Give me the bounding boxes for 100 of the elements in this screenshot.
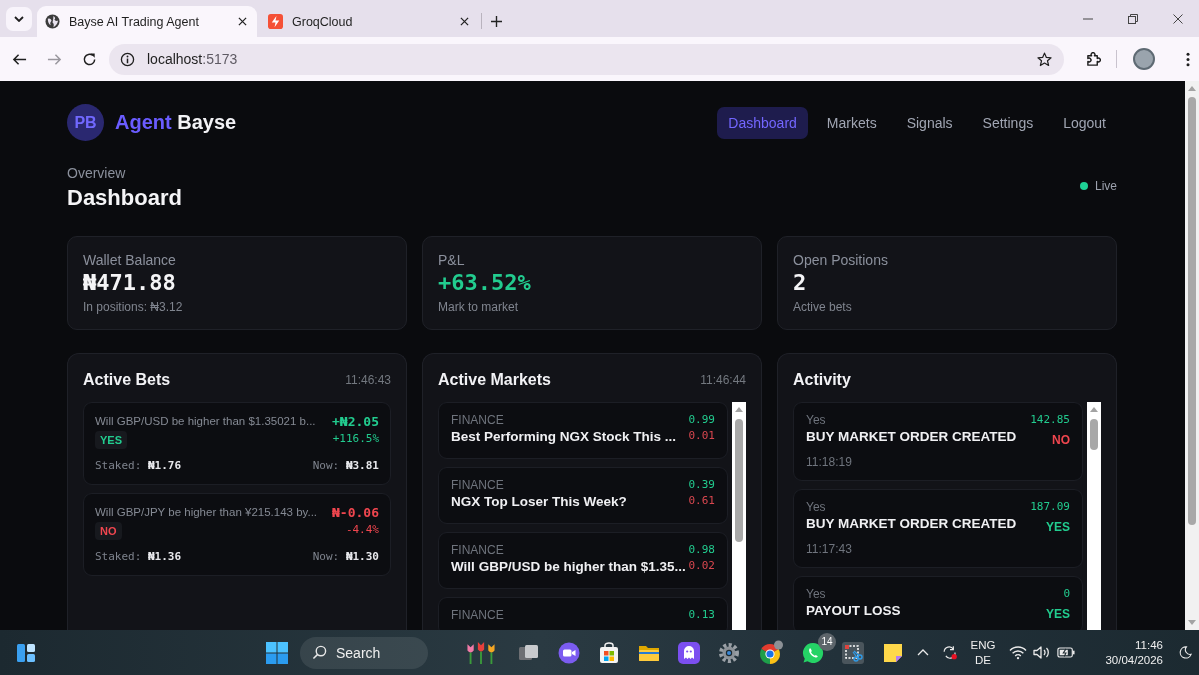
browser-tab[interactable]: Bayse AI Trading Agent — [37, 6, 257, 37]
nav-link[interactable]: Dashboard — [717, 106, 808, 139]
wifi-icon[interactable] — [1009, 645, 1028, 660]
panel-timestamp: 11:46:44 — [700, 373, 746, 387]
globe-icon — [45, 14, 60, 29]
activity-event: BUY MARKET ORDER CREATED — [806, 515, 1017, 533]
language-indicator[interactable]: ENG DE — [970, 637, 996, 668]
nav-link[interactable]: Settings — [971, 106, 1045, 139]
reload-icon[interactable] — [82, 51, 97, 67]
market-category: FINANCE — [451, 412, 505, 428]
info-icon[interactable] — [120, 51, 135, 67]
panel-title: Activity — [793, 371, 851, 389]
market-question: Will GBP/USD be higher than $1.35... — [451, 558, 683, 576]
chevron-up-icon[interactable] — [916, 649, 929, 656]
search-button[interactable]: Search — [300, 636, 428, 669]
browser-tab[interactable]: GroqCloud — [257, 6, 479, 37]
stat-caption: In positions: ₦3.12 — [83, 299, 184, 315]
activity-side: NO — [1052, 432, 1070, 449]
scrollbar[interactable] — [732, 402, 746, 630]
chevron-down-icon — [14, 15, 24, 22]
stat-caption: Mark to market — [438, 299, 519, 315]
yes-price: 0.39 — [688, 477, 715, 493]
page-scrollbar[interactable] — [1185, 81, 1199, 630]
chat-bubble-icon[interactable] — [802, 641, 824, 664]
notification-count: 14 — [818, 632, 836, 651]
activity-amount: 142.85 — [1030, 412, 1070, 428]
speaker-icon[interactable] — [1033, 645, 1052, 660]
browser-icon[interactable] — [758, 639, 784, 666]
no-price: 0.01 — [688, 428, 715, 444]
scrollbar[interactable] — [1087, 402, 1101, 630]
stat-label: Open Positions — [793, 251, 889, 269]
address-bar[interactable]: localhost:5173 — [109, 43, 1064, 75]
stat-label: P&L — [438, 251, 466, 269]
market-card[interactable]: FINANCE Best Performing NGX Stock This ... 0.99 0.01 — [438, 402, 728, 459]
nav-link[interactable]: Signals — [895, 106, 964, 139]
activity-event: PAYOUT LOSS — [806, 602, 901, 620]
start-icon[interactable] — [266, 641, 288, 664]
market-question: NGX Top Loser This Week? — [451, 493, 627, 511]
nav-link[interactable]: Markets — [815, 106, 888, 139]
search-icon — [312, 645, 327, 660]
side-tag: YES — [95, 431, 127, 449]
stat-value: +63.52% — [438, 269, 532, 297]
shopping-bag-icon[interactable] — [598, 641, 620, 664]
scrollbar-thumb[interactable] — [735, 419, 743, 542]
yes-price: 0.98 — [688, 542, 715, 558]
market-card[interactable]: FINANCE 0.13 — [438, 597, 728, 630]
scrollbar-thumb[interactable] — [1188, 97, 1196, 525]
status-label: Live — [1095, 179, 1117, 193]
market-category: FINANCE — [451, 542, 505, 558]
staked-amount: Staked: ₦1.76 — [95, 458, 182, 474]
activity-outcome: Yes — [806, 586, 827, 602]
profile-avatar[interactable] — [1133, 48, 1155, 70]
restore-icon[interactable] — [1128, 13, 1138, 24]
yes-price: 0.13 — [688, 607, 715, 623]
settings-icon[interactable] — [718, 641, 740, 664]
panel-title: Active Bets — [83, 371, 171, 389]
nav-link[interactable]: Logout — [1052, 106, 1117, 139]
tab-list-button[interactable] — [6, 6, 32, 31]
close-tab-icon[interactable] — [238, 17, 247, 26]
stat-value: 2 — [793, 269, 808, 297]
market-category: FINANCE — [451, 477, 505, 493]
current-value: Now: ₦3.81 — [312, 458, 379, 474]
widgets-icon[interactable] — [16, 642, 36, 663]
no-price: 0.02 — [688, 558, 715, 574]
moon-icon[interactable] — [1179, 646, 1192, 659]
staked-amount: Staked: ₦1.36 — [95, 549, 182, 565]
lightning-icon — [268, 14, 283, 29]
market-card[interactable]: FINANCE NGX Top Loser This Week? 0.39 0.61 — [438, 467, 728, 524]
puzzle-icon[interactable] — [1086, 51, 1101, 67]
ghost-icon[interactable] — [678, 641, 700, 664]
taskbar-clock[interactable]: 11:46 30/04/2026 — [1105, 637, 1163, 668]
stat-caption: Active bets — [793, 299, 853, 315]
close-icon[interactable] — [1173, 13, 1183, 24]
pnl-amount: ₦-0.06 — [332, 504, 379, 522]
side-tag: NO — [95, 522, 122, 540]
star-icon[interactable] — [1037, 51, 1052, 67]
yes-price: 0.99 — [688, 412, 715, 428]
activity-side: YES — [1046, 519, 1070, 536]
scissors-icon[interactable] — [842, 641, 864, 664]
market-question: Best Performing NGX Stock This ... — [451, 428, 677, 446]
stat-label: Wallet Balance — [83, 251, 177, 269]
activity-amount: 187.09 — [1030, 499, 1070, 515]
close-tab-icon[interactable] — [460, 17, 469, 26]
market-card[interactable]: FINANCE Will GBP/USD be higher than $1.35... 0.98 0.02 — [438, 532, 728, 589]
current-value: Now: ₦1.30 — [312, 549, 379, 565]
pnl-amount: +₦2.05 — [332, 413, 379, 431]
new-tab-icon[interactable] — [491, 16, 502, 27]
video-camera-icon[interactable] — [558, 641, 580, 664]
bet-question: Will GBP/JPY be higher than ¥215.143 by... — [95, 505, 318, 520]
more-icon[interactable] — [1186, 51, 1190, 67]
scrollbar-thumb[interactable] — [1090, 419, 1098, 450]
note-icon[interactable] — [882, 641, 904, 664]
activity-time: 11:17:43 — [806, 541, 853, 557]
pnl-percent: +116.5% — [332, 431, 379, 447]
no-price: 0.61 — [688, 493, 715, 509]
activity-outcome: Yes — [806, 412, 827, 428]
battery-icon[interactable] — [1057, 645, 1076, 660]
panel-timestamp: 11:46:43 — [345, 373, 391, 387]
market-category: FINANCE — [451, 607, 504, 623]
brand-name: Agent Bayse — [115, 111, 237, 134]
